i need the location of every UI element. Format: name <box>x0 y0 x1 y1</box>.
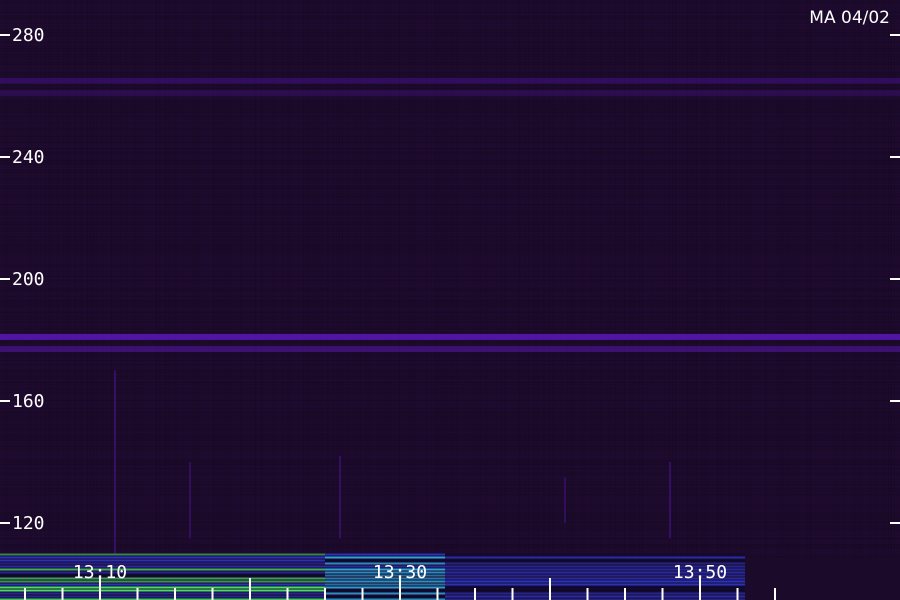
x-tick-832_5 <box>736 588 739 600</box>
x-tick-807_5 <box>361 588 364 600</box>
vertical-streak-3 <box>339 455 341 539</box>
x-tick-817_5 <box>511 588 514 600</box>
y-tick-left-120 <box>0 522 10 524</box>
x-tick-787_5 <box>61 588 64 600</box>
y-tick-left-200 <box>0 278 10 280</box>
x-tick-label-1310: 13:10 <box>73 562 127 583</box>
y-tick-left-160 <box>0 400 10 402</box>
y-tick-right-280 <box>890 34 900 36</box>
x-tick-label-1350: 13:50 <box>673 562 727 583</box>
y-tick-label-120: 120 <box>12 513 45 534</box>
vertical-streak-5 <box>669 462 671 539</box>
spectrogram: 280 240 200 160 120 13:10 13:30 13:50 MA 04/02 <box>0 0 900 600</box>
x-tick-805 <box>324 588 326 600</box>
y-tick-label-280: 280 <box>12 25 45 46</box>
horizontal-band-265 <box>0 77 900 84</box>
low-band-segment-1 <box>0 553 325 600</box>
x-tick-802_5 <box>286 588 289 600</box>
x-tick-792_5 <box>136 588 139 600</box>
vertical-streak-4 <box>564 477 566 524</box>
x-tick-820 <box>549 578 551 600</box>
x-tick-label-1330: 13:30 <box>373 562 427 583</box>
x-tick-827_5 <box>661 588 664 600</box>
horizontal-band-261 <box>0 89 900 96</box>
y-tick-right-240 <box>890 156 900 158</box>
x-tick-815 <box>474 588 476 600</box>
horizontal-band-177 <box>0 346 900 353</box>
vertical-streak-1 <box>114 370 116 554</box>
y-tick-label-240: 240 <box>12 147 45 168</box>
vertical-streak-2 <box>189 462 191 539</box>
x-tick-785 <box>24 588 26 600</box>
x-tick-797_5 <box>211 588 214 600</box>
y-tick-right-160 <box>890 400 900 402</box>
x-tick-812_5 <box>436 588 439 600</box>
y-tick-label-200: 200 <box>12 269 45 290</box>
x-tick-822_5 <box>586 588 589 600</box>
y-tick-label-160: 160 <box>12 391 45 412</box>
y-tick-left-280 <box>0 34 10 36</box>
spectrogram-plot: 280 240 200 160 120 13:10 13:30 13:50 MA 04/02 <box>0 0 900 600</box>
y-tick-right-200 <box>890 278 900 280</box>
horizontal-band-181 <box>0 333 900 340</box>
y-tick-right-120 <box>890 522 900 524</box>
x-tick-795 <box>174 588 176 600</box>
station-date-stamp: MA 04/02 <box>809 8 890 28</box>
x-tick-800 <box>249 578 251 600</box>
x-tick-825 <box>624 588 626 600</box>
x-tick-835 <box>774 588 776 600</box>
y-tick-left-240 <box>0 156 10 158</box>
